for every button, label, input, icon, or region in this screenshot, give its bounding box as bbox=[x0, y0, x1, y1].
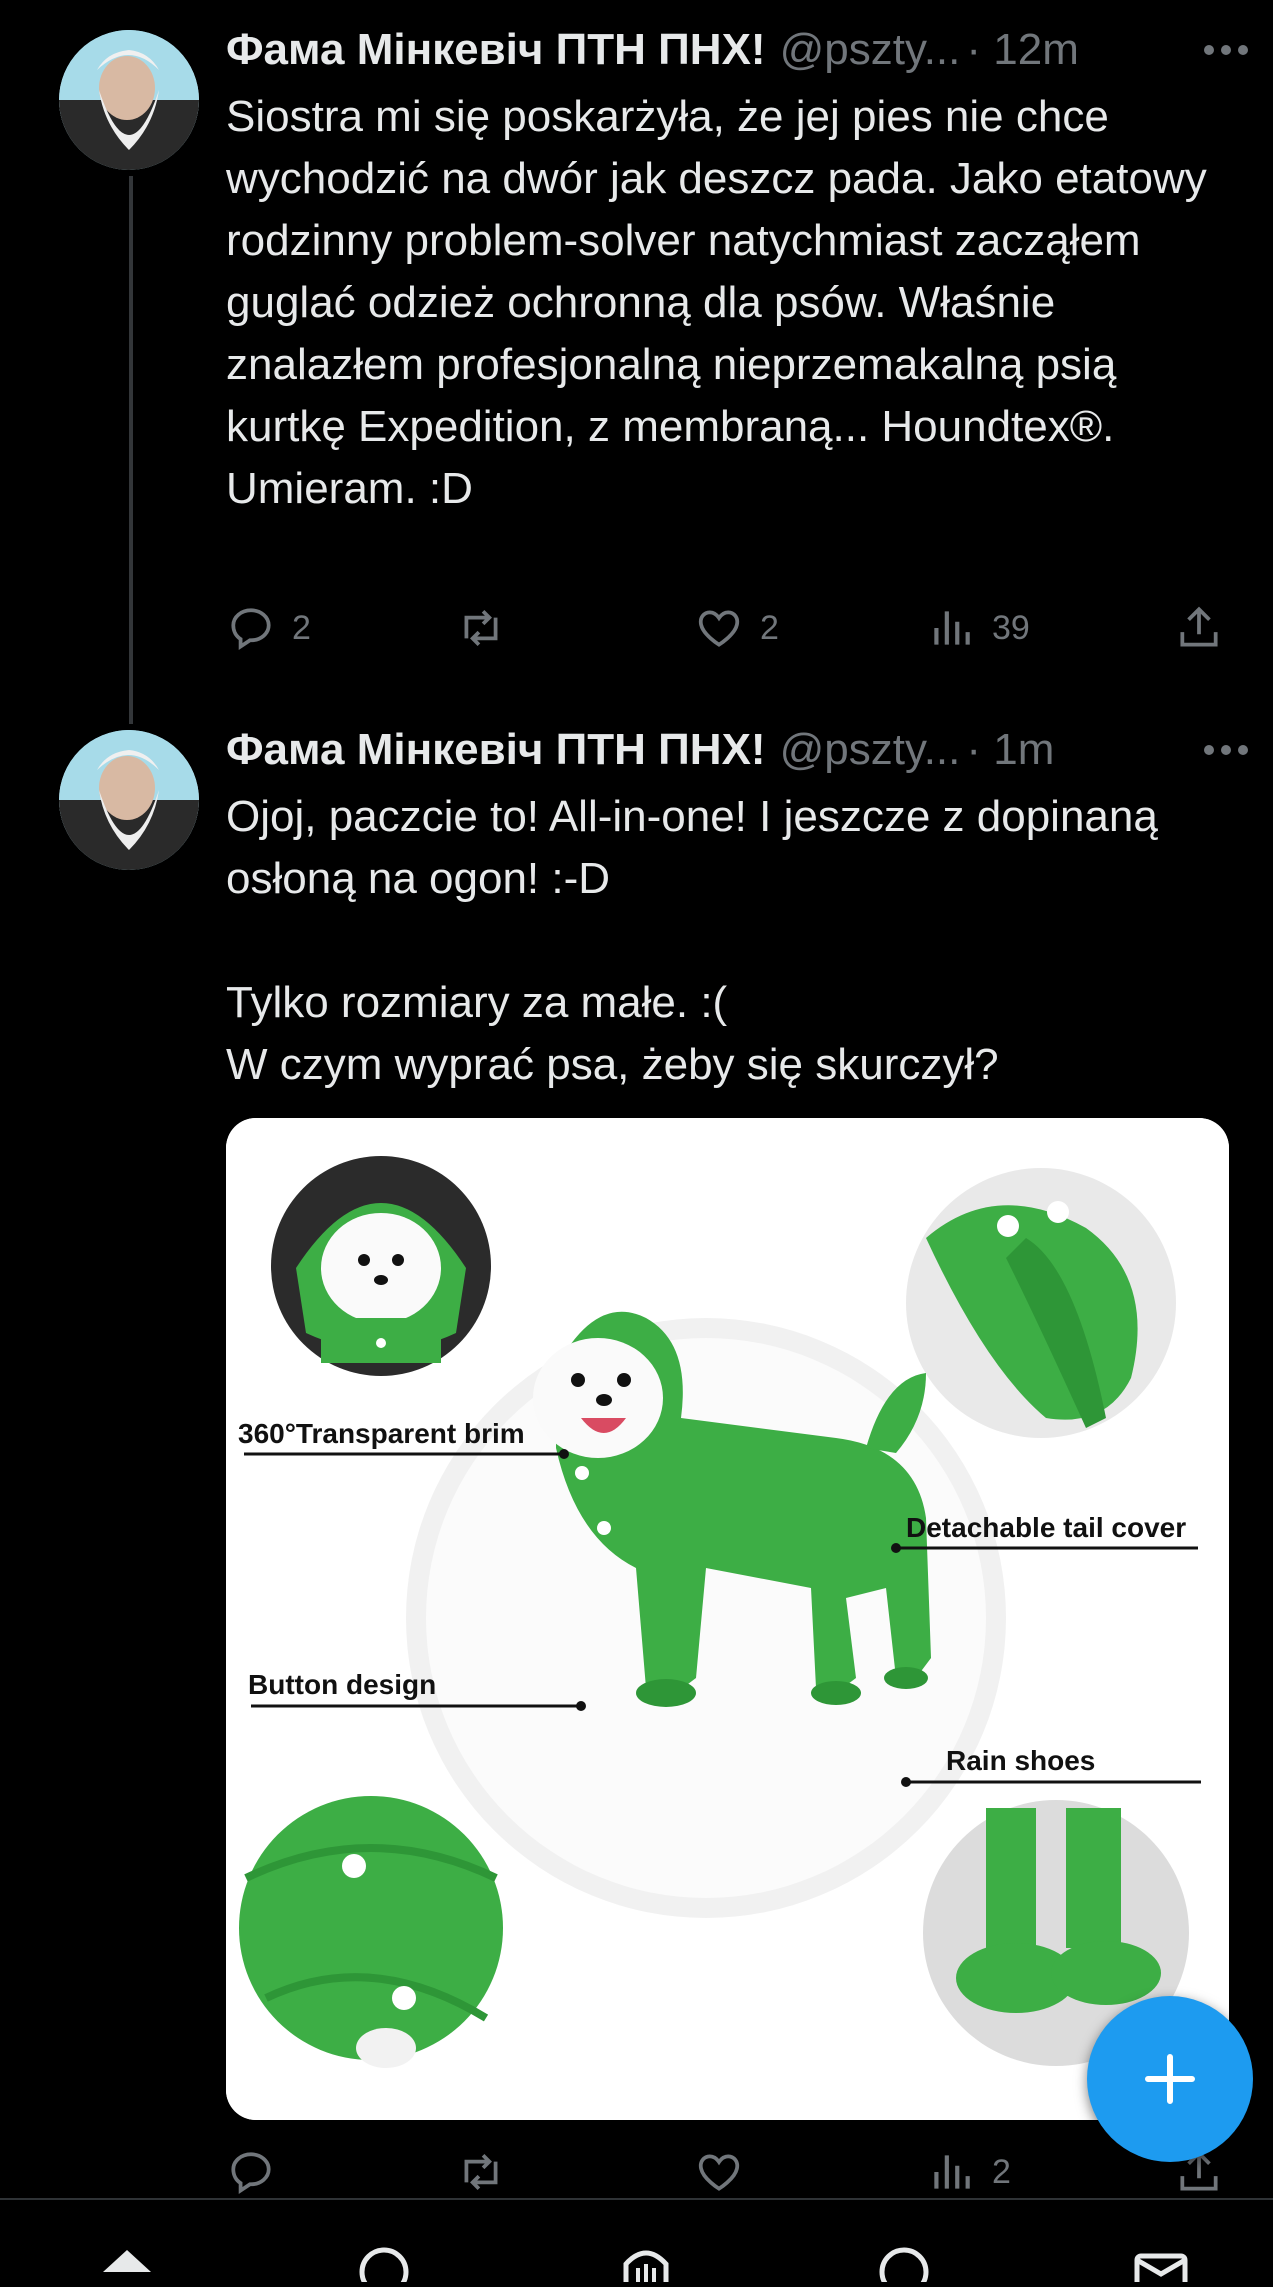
search-icon[interactable] bbox=[354, 2242, 414, 2287]
compose-button[interactable] bbox=[1087, 1996, 1253, 2162]
author-handle[interactable]: @pszty... bbox=[780, 725, 961, 775]
tweet-body: Ojoj, paczcie to! All-in-one! I jeszcze … bbox=[226, 792, 1158, 1089]
notifications-icon[interactable] bbox=[874, 2242, 934, 2287]
views-button[interactable]: 39 bbox=[926, 598, 1030, 658]
home-icon[interactable] bbox=[97, 2242, 157, 2282]
reply-button[interactable]: 2 bbox=[226, 598, 311, 658]
like-button[interactable] bbox=[694, 2142, 760, 2202]
views-button[interactable]: 2 bbox=[926, 2142, 1011, 2202]
inset-hood bbox=[271, 1156, 491, 1376]
avatar[interactable] bbox=[59, 30, 199, 170]
heart-icon bbox=[698, 2154, 740, 2191]
more-icon[interactable] bbox=[1189, 24, 1249, 76]
avatar[interactable] bbox=[59, 730, 199, 870]
heart-icon bbox=[698, 610, 740, 647]
tweet-text: Ojoj, paczcie to! All-in-one! I jeszcze … bbox=[226, 786, 1236, 1096]
label-brim: 360°Transparent brim bbox=[238, 1418, 525, 1449]
thread-line bbox=[129, 176, 133, 724]
author-name[interactable]: Фама Мінкевіч ПТН ПНХ! bbox=[226, 725, 766, 775]
views-count: 39 bbox=[992, 608, 1030, 647]
retweet-button[interactable] bbox=[456, 2142, 522, 2202]
label-shoes: Rain shoes bbox=[946, 1745, 1095, 1776]
tweet-header: Фама Мінкевіч ПТН ПНХ! @pszty... · 1m bbox=[226, 724, 1249, 776]
retweet-icon bbox=[464, 610, 498, 646]
tweet-body: Siostra mi się poskarżyła, że jej pies n… bbox=[226, 92, 1207, 513]
inset-tail bbox=[906, 1168, 1176, 1438]
reply-button[interactable] bbox=[226, 2142, 292, 2202]
tweet-header: Фама Мінкевіч ПТН ПНХ! @pszty... · 12m bbox=[226, 24, 1249, 76]
author-name[interactable]: Фама Мінкевіч ПТН ПНХ! bbox=[226, 25, 766, 75]
tweet-actions: 2 bbox=[226, 2142, 1226, 2202]
tweet-image[interactable]: 360°Transparent brim Detachable tail cov… bbox=[226, 1118, 1229, 2120]
communities-icon[interactable] bbox=[616, 2242, 676, 2282]
tweet-1[interactable]: Фама Мінкевіч ПТН ПНХ! @pszty... · 12m S… bbox=[0, 0, 1273, 724]
retweet-icon bbox=[464, 2154, 498, 2190]
like-count: 2 bbox=[760, 608, 779, 647]
messages-icon[interactable] bbox=[1131, 2242, 1191, 2287]
tweet-text: Siostra mi się poskarżyła, że jej pies n… bbox=[226, 86, 1236, 520]
more-icon[interactable] bbox=[1189, 724, 1249, 776]
like-button[interactable]: 2 bbox=[694, 598, 779, 658]
views-icon bbox=[934, 2155, 970, 2189]
timestamp[interactable]: · 1m bbox=[966, 725, 1054, 775]
reply-icon bbox=[231, 608, 271, 651]
share-button[interactable] bbox=[1174, 598, 1224, 658]
share-icon bbox=[1180, 606, 1218, 647]
label-button: Button design bbox=[248, 1669, 436, 1700]
bottom-nav bbox=[0, 2198, 1273, 2287]
views-count: 2 bbox=[992, 2152, 1011, 2191]
label-tail: Detachable tail cover bbox=[906, 1512, 1186, 1543]
reply-icon bbox=[231, 2152, 271, 2195]
plus-icon bbox=[1145, 2054, 1195, 2104]
reply-count: 2 bbox=[292, 608, 311, 647]
retweet-button[interactable] bbox=[456, 598, 522, 658]
views-icon bbox=[934, 611, 970, 645]
author-handle[interactable]: @pszty... bbox=[780, 25, 961, 75]
timestamp[interactable]: · 12m bbox=[966, 25, 1078, 75]
tweet-actions: 2 2 39 bbox=[226, 598, 1226, 658]
